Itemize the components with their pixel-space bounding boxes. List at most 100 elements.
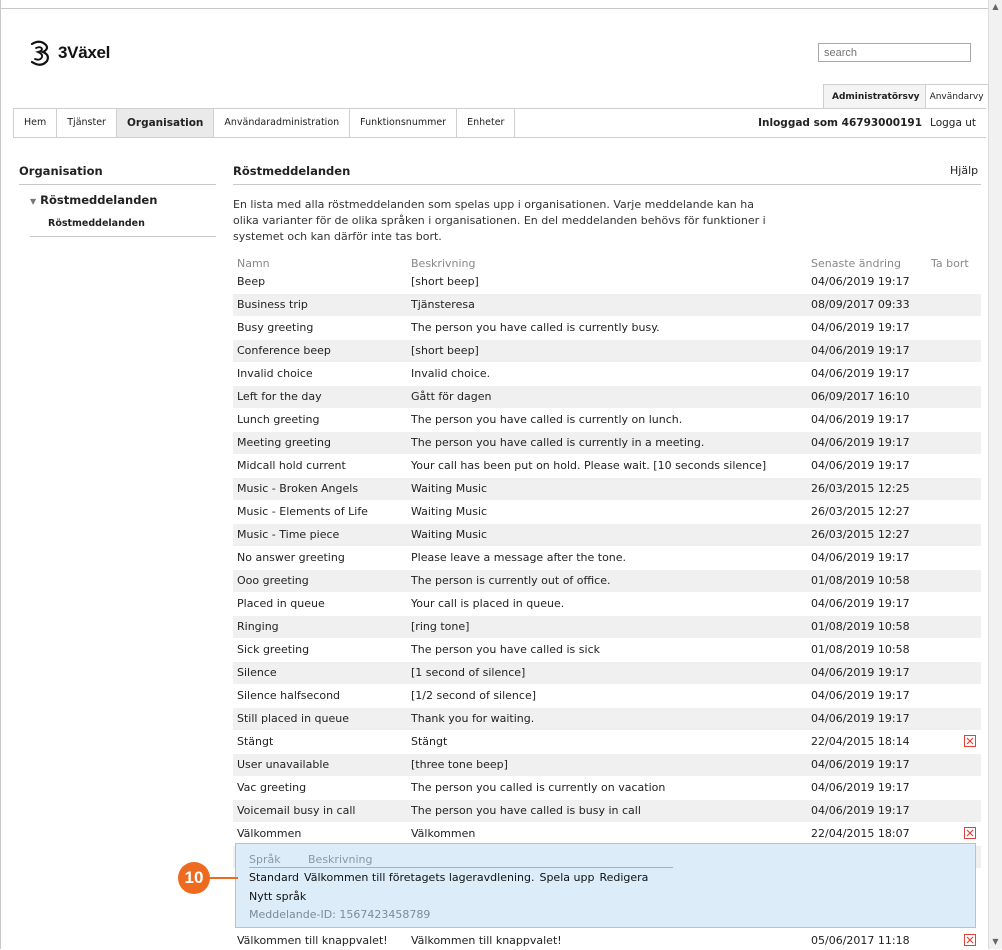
- message-name[interactable]: Silence halfsecond: [237, 689, 340, 702]
- message-name[interactable]: Left for the day: [237, 390, 322, 403]
- message-description: Tjänsteresa: [411, 298, 475, 311]
- play-link[interactable]: Spela upp: [539, 871, 594, 884]
- table-row[interactable]: Midcall hold current Your call has been p…: [233, 455, 981, 478]
- sidebar-title: Organisation: [19, 164, 103, 178]
- nav-devices[interactable]: Enheter: [457, 109, 516, 137]
- help-link[interactable]: Hjälp: [950, 164, 978, 177]
- message-date: 04/06/2019 19:17: [811, 689, 910, 702]
- table-row[interactable]: User unavailable [three tone beep] 04/06/2…: [233, 754, 981, 777]
- message-name[interactable]: Midcall hold current: [237, 459, 346, 472]
- table-row[interactable]: Beep [short beep] 04/06/2019 19:17: [233, 271, 981, 294]
- delete-icon[interactable]: [964, 735, 976, 747]
- table-row[interactable]: Music - Time piece Waiting Music 26/03/201…: [233, 524, 981, 547]
- table-row[interactable]: Vac greeting The person you called is cur…: [233, 777, 981, 800]
- table-row[interactable]: Välkommen till knappvalet! Välkommen til…: [233, 930, 981, 950]
- message-date: 04/06/2019 19:17: [811, 459, 910, 472]
- table-row[interactable]: Lunch greeting The person you have called…: [233, 409, 981, 432]
- message-date: 26/03/2015 12:27: [811, 528, 910, 541]
- table-row[interactable]: Busy greeting The person you have called …: [233, 317, 981, 340]
- sidebar-divider: [19, 184, 216, 185]
- message-description: Your call is placed in queue.: [411, 597, 565, 610]
- sidebar-group-voice-messages[interactable]: ▼ Röstmeddelanden: [30, 193, 157, 207]
- message-description: The person you have called is sick: [411, 643, 600, 656]
- message-name[interactable]: Välkommen till knappvalet!: [237, 934, 388, 947]
- message-date: 04/06/2019 19:17: [811, 758, 910, 771]
- message-name[interactable]: Still placed in queue: [237, 712, 349, 725]
- callout-pointer-line: [210, 877, 238, 879]
- message-description: The person you have called is busy in ca…: [411, 804, 641, 817]
- table-row[interactable]: Meeting greeting The person you have call…: [233, 432, 981, 455]
- message-name[interactable]: Silence: [237, 666, 277, 679]
- table-row[interactable]: Silence halfsecond [1/2 second of silence…: [233, 685, 981, 708]
- message-name[interactable]: Vac greeting: [237, 781, 306, 794]
- table-row[interactable]: Silence [1 second of silence] 04/06/2019 1…: [233, 662, 981, 685]
- message-name[interactable]: Conference beep: [237, 344, 331, 357]
- message-name[interactable]: Ooo greeting: [237, 574, 309, 587]
- sidebar-item-voice-messages[interactable]: Röstmeddelanden: [48, 218, 145, 229]
- vertical-scrollbar[interactable]: ▲ ▼: [988, 0, 1002, 949]
- message-name[interactable]: Ringing: [237, 620, 279, 633]
- edit-link[interactable]: Redigera: [599, 871, 648, 884]
- sidebar-group-label: Röstmeddelanden: [40, 193, 158, 207]
- tab-admin-view[interactable]: Administratörsvy: [824, 85, 926, 109]
- message-name[interactable]: Voicemail busy in call: [237, 804, 355, 817]
- message-name[interactable]: Sick greeting: [237, 643, 309, 656]
- delete-icon[interactable]: [964, 934, 976, 946]
- table-row[interactable]: Sick greeting The person you have called …: [233, 639, 981, 662]
- table-row[interactable]: Stängt Stängt 22/04/2015 18:14: [233, 731, 981, 754]
- message-description: Välkommen till knappvalet!: [411, 934, 562, 947]
- scroll-up-icon[interactable]: ▲: [989, 0, 1002, 14]
- message-name[interactable]: Välkommen: [237, 827, 301, 840]
- brand-logo[interactable]: 3Växel: [27, 39, 110, 67]
- message-name[interactable]: Business trip: [237, 298, 308, 311]
- message-name[interactable]: User unavailable: [237, 758, 329, 771]
- message-date: 01/08/2019 10:58: [811, 643, 910, 656]
- message-description: Gått för dagen: [411, 390, 492, 403]
- delete-icon[interactable]: [964, 827, 976, 839]
- message-name[interactable]: Busy greeting: [237, 321, 313, 334]
- search-input[interactable]: [818, 43, 971, 62]
- column-header-description[interactable]: Beskrivning: [411, 257, 476, 270]
- message-name[interactable]: No answer greeting: [237, 551, 345, 564]
- table-row[interactable]: Still placed in queue Thank you for waiti…: [233, 708, 981, 731]
- column-header-name[interactable]: Namn: [237, 257, 270, 270]
- table-row[interactable]: Ringing [ring tone] 01/08/2019 10:58: [233, 616, 981, 639]
- message-date: 26/03/2015 12:25: [811, 482, 910, 495]
- table-row[interactable]: Music - Broken Angels Waiting Music 26/03/…: [233, 478, 981, 501]
- table-row[interactable]: Music - Elements of Life Waiting Music 26/…: [233, 501, 981, 524]
- table-row[interactable]: Left for the day Gått för dagen 06/09/2017…: [233, 386, 981, 409]
- message-name[interactable]: Meeting greeting: [237, 436, 331, 449]
- nav-function-numbers[interactable]: Funktionsnummer: [350, 109, 458, 137]
- new-language-link[interactable]: Nytt språk: [249, 890, 306, 903]
- table-row[interactable]: No answer greeting Please leave a message…: [233, 547, 981, 570]
- message-name[interactable]: Beep: [237, 275, 265, 288]
- table-row[interactable]: Business trip Tjänsteresa 08/09/2017 09:33: [233, 294, 981, 317]
- table-row[interactable]: Conference beep [short beep] 04/06/2019 19…: [233, 340, 981, 363]
- message-date: 26/03/2015 12:27: [811, 505, 910, 518]
- table-row[interactable]: Ooo greeting The person is currently out …: [233, 570, 981, 593]
- message-name[interactable]: Music - Elements of Life: [237, 505, 368, 518]
- nav-organisation[interactable]: Organisation: [116, 109, 215, 137]
- tab-user-view[interactable]: Användarvy: [926, 85, 988, 109]
- message-name[interactable]: Stängt: [237, 735, 273, 748]
- message-date: 04/06/2019 19:17: [811, 551, 910, 564]
- message-description: Waiting Music: [411, 528, 488, 541]
- table-row[interactable]: Voicemail busy in call The person you hav…: [233, 800, 981, 823]
- column-header-last-modified[interactable]: Senaste ändring: [811, 257, 901, 270]
- nav-home[interactable]: Hem: [14, 109, 58, 137]
- message-date: 22/04/2015 18:07: [811, 827, 910, 840]
- message-description: Waiting Music: [411, 505, 488, 518]
- message-name[interactable]: Invalid choice: [237, 367, 313, 380]
- message-name[interactable]: Music - Broken Angels: [237, 482, 358, 495]
- scroll-down-icon[interactable]: ▼: [989, 935, 1002, 949]
- message-name[interactable]: Lunch greeting: [237, 413, 320, 426]
- nav-user-admin[interactable]: Användaradministration: [214, 109, 351, 137]
- page-title: Röstmeddelanden: [233, 164, 351, 178]
- table-row[interactable]: Placed in queue Your call is placed in qu…: [233, 593, 981, 616]
- message-name[interactable]: Placed in queue: [237, 597, 325, 610]
- message-name[interactable]: Music - Time piece: [237, 528, 339, 541]
- table-row[interactable]: Invalid choice Invalid choice. 04/06/2019 …: [233, 363, 981, 386]
- logout-link[interactable]: Logga ut: [930, 117, 976, 129]
- three-logo-icon: [30, 40, 49, 66]
- nav-services[interactable]: Tjänster: [57, 109, 117, 137]
